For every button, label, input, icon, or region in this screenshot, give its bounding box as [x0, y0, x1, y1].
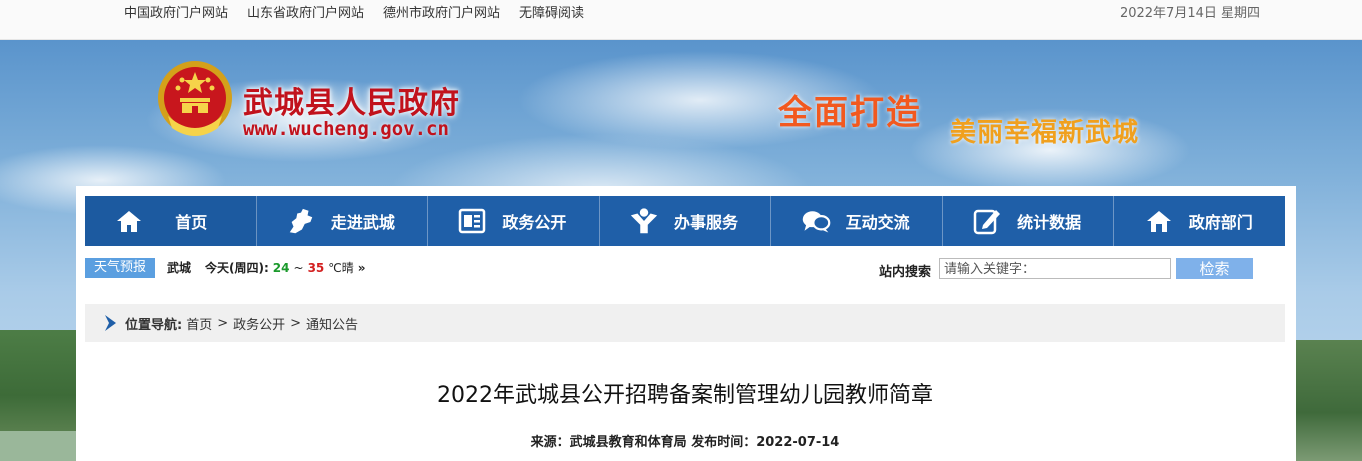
- chevron-right-icon: [103, 313, 117, 333]
- breadcrumb-separator: >: [217, 315, 229, 331]
- weather-today-label: 今天(周四):: [205, 261, 269, 275]
- person-service-icon: [629, 206, 659, 236]
- national-emblem-icon: [158, 61, 232, 136]
- banner-trees-right: [1294, 340, 1362, 461]
- chat-icon: [801, 206, 831, 236]
- link-dezhou-gov[interactable]: 德州市政府门户网站: [383, 2, 500, 21]
- top-bar: 中国政府门户网站 山东省政府门户网站 德州市政府门户网站 无障碍阅读 2022年…: [0, 0, 1362, 40]
- breadcrumb-gov-affairs[interactable]: 政务公开: [233, 314, 285, 333]
- building-icon: [1144, 206, 1174, 236]
- article-source: 武城县教育和体育局: [569, 435, 687, 450]
- temp-low: 24: [272, 260, 290, 275]
- slogan-main: 全面打造: [778, 93, 922, 133]
- nav-item-departments[interactable]: 政府部门: [1114, 196, 1285, 246]
- nav-item-about[interactable]: 走进武城: [257, 196, 429, 246]
- nav-item-interaction[interactable]: 互动交流: [771, 196, 943, 246]
- breadcrumb-home[interactable]: 首页: [186, 314, 212, 333]
- publish-date: 2022-07-14: [756, 435, 840, 450]
- map-icon: [286, 206, 316, 236]
- article-meta: 来源：武城县教育和体育局 发布时间：2022-07-14: [85, 431, 1285, 450]
- source-label: 来源：: [530, 435, 570, 450]
- nav-label: 走进武城: [330, 213, 395, 232]
- breadcrumb-label: 位置导航:: [125, 317, 183, 333]
- top-links: 中国政府门户网站 山东省政府门户网站 德州市政府门户网站 无障碍阅读: [124, 2, 584, 21]
- breadcrumb: 位置导航: 首页 > 政务公开 > 通知公告: [85, 304, 1285, 342]
- link-central-gov[interactable]: 中国政府门户网站: [124, 2, 228, 21]
- link-shandong-gov[interactable]: 山东省政府门户网站: [247, 2, 364, 21]
- site-url: www.wucheng.gov.cn: [243, 118, 449, 140]
- temp-high: 35: [307, 260, 325, 275]
- nav-label: 互动交流: [845, 213, 910, 232]
- document-icon: [457, 206, 487, 236]
- temp-tilde: ~: [293, 260, 304, 275]
- weather-city: 武城: [167, 261, 192, 275]
- main-nav: 首页 走进武城 政务公开 办事服务 互动交流 统计数据 政府部门: [85, 196, 1285, 246]
- nav-item-gov-affairs[interactable]: 政务公开: [428, 196, 600, 246]
- nav-label: 首页: [175, 213, 208, 232]
- site-title: 武城县人民政府: [243, 86, 460, 121]
- current-date: 2022年7月14日 星期四: [1119, 6, 1260, 21]
- search-label: 站内搜索: [879, 265, 932, 280]
- breadcrumb-separator: >: [290, 315, 302, 331]
- search-button[interactable]: 检索: [1176, 258, 1253, 279]
- weather-tag: 天气预报: [85, 258, 155, 278]
- weather-info: 武城 今天(周四): 24 ~35 ℃晴 »: [167, 259, 366, 276]
- breadcrumb-notices[interactable]: 通知公告: [306, 314, 358, 333]
- link-accessibility[interactable]: 无障碍阅读: [519, 2, 584, 21]
- article-title: 2022年武城县公开招聘备案制管理幼儿园教师简章: [437, 383, 933, 408]
- banner-trees-left: [0, 330, 80, 461]
- nav-item-statistics[interactable]: 统计数据: [943, 196, 1115, 246]
- slogan-sub: 美丽幸福新武城: [950, 118, 1140, 148]
- home-icon: [114, 206, 144, 236]
- nav-label: 政府部门: [1188, 213, 1253, 232]
- nav-label: 办事服务: [674, 213, 739, 232]
- nav-label: 政务公开: [502, 213, 567, 232]
- nav-item-home[interactable]: 首页: [85, 196, 257, 246]
- nav-item-services[interactable]: 办事服务: [600, 196, 772, 246]
- edit-icon: [972, 206, 1002, 236]
- weather-condition: ℃晴: [328, 261, 354, 275]
- weather-more-icon[interactable]: »: [358, 261, 366, 275]
- search-input[interactable]: [939, 258, 1171, 279]
- publish-label: 发布时间：: [691, 435, 757, 450]
- nav-label: 统计数据: [1017, 213, 1082, 232]
